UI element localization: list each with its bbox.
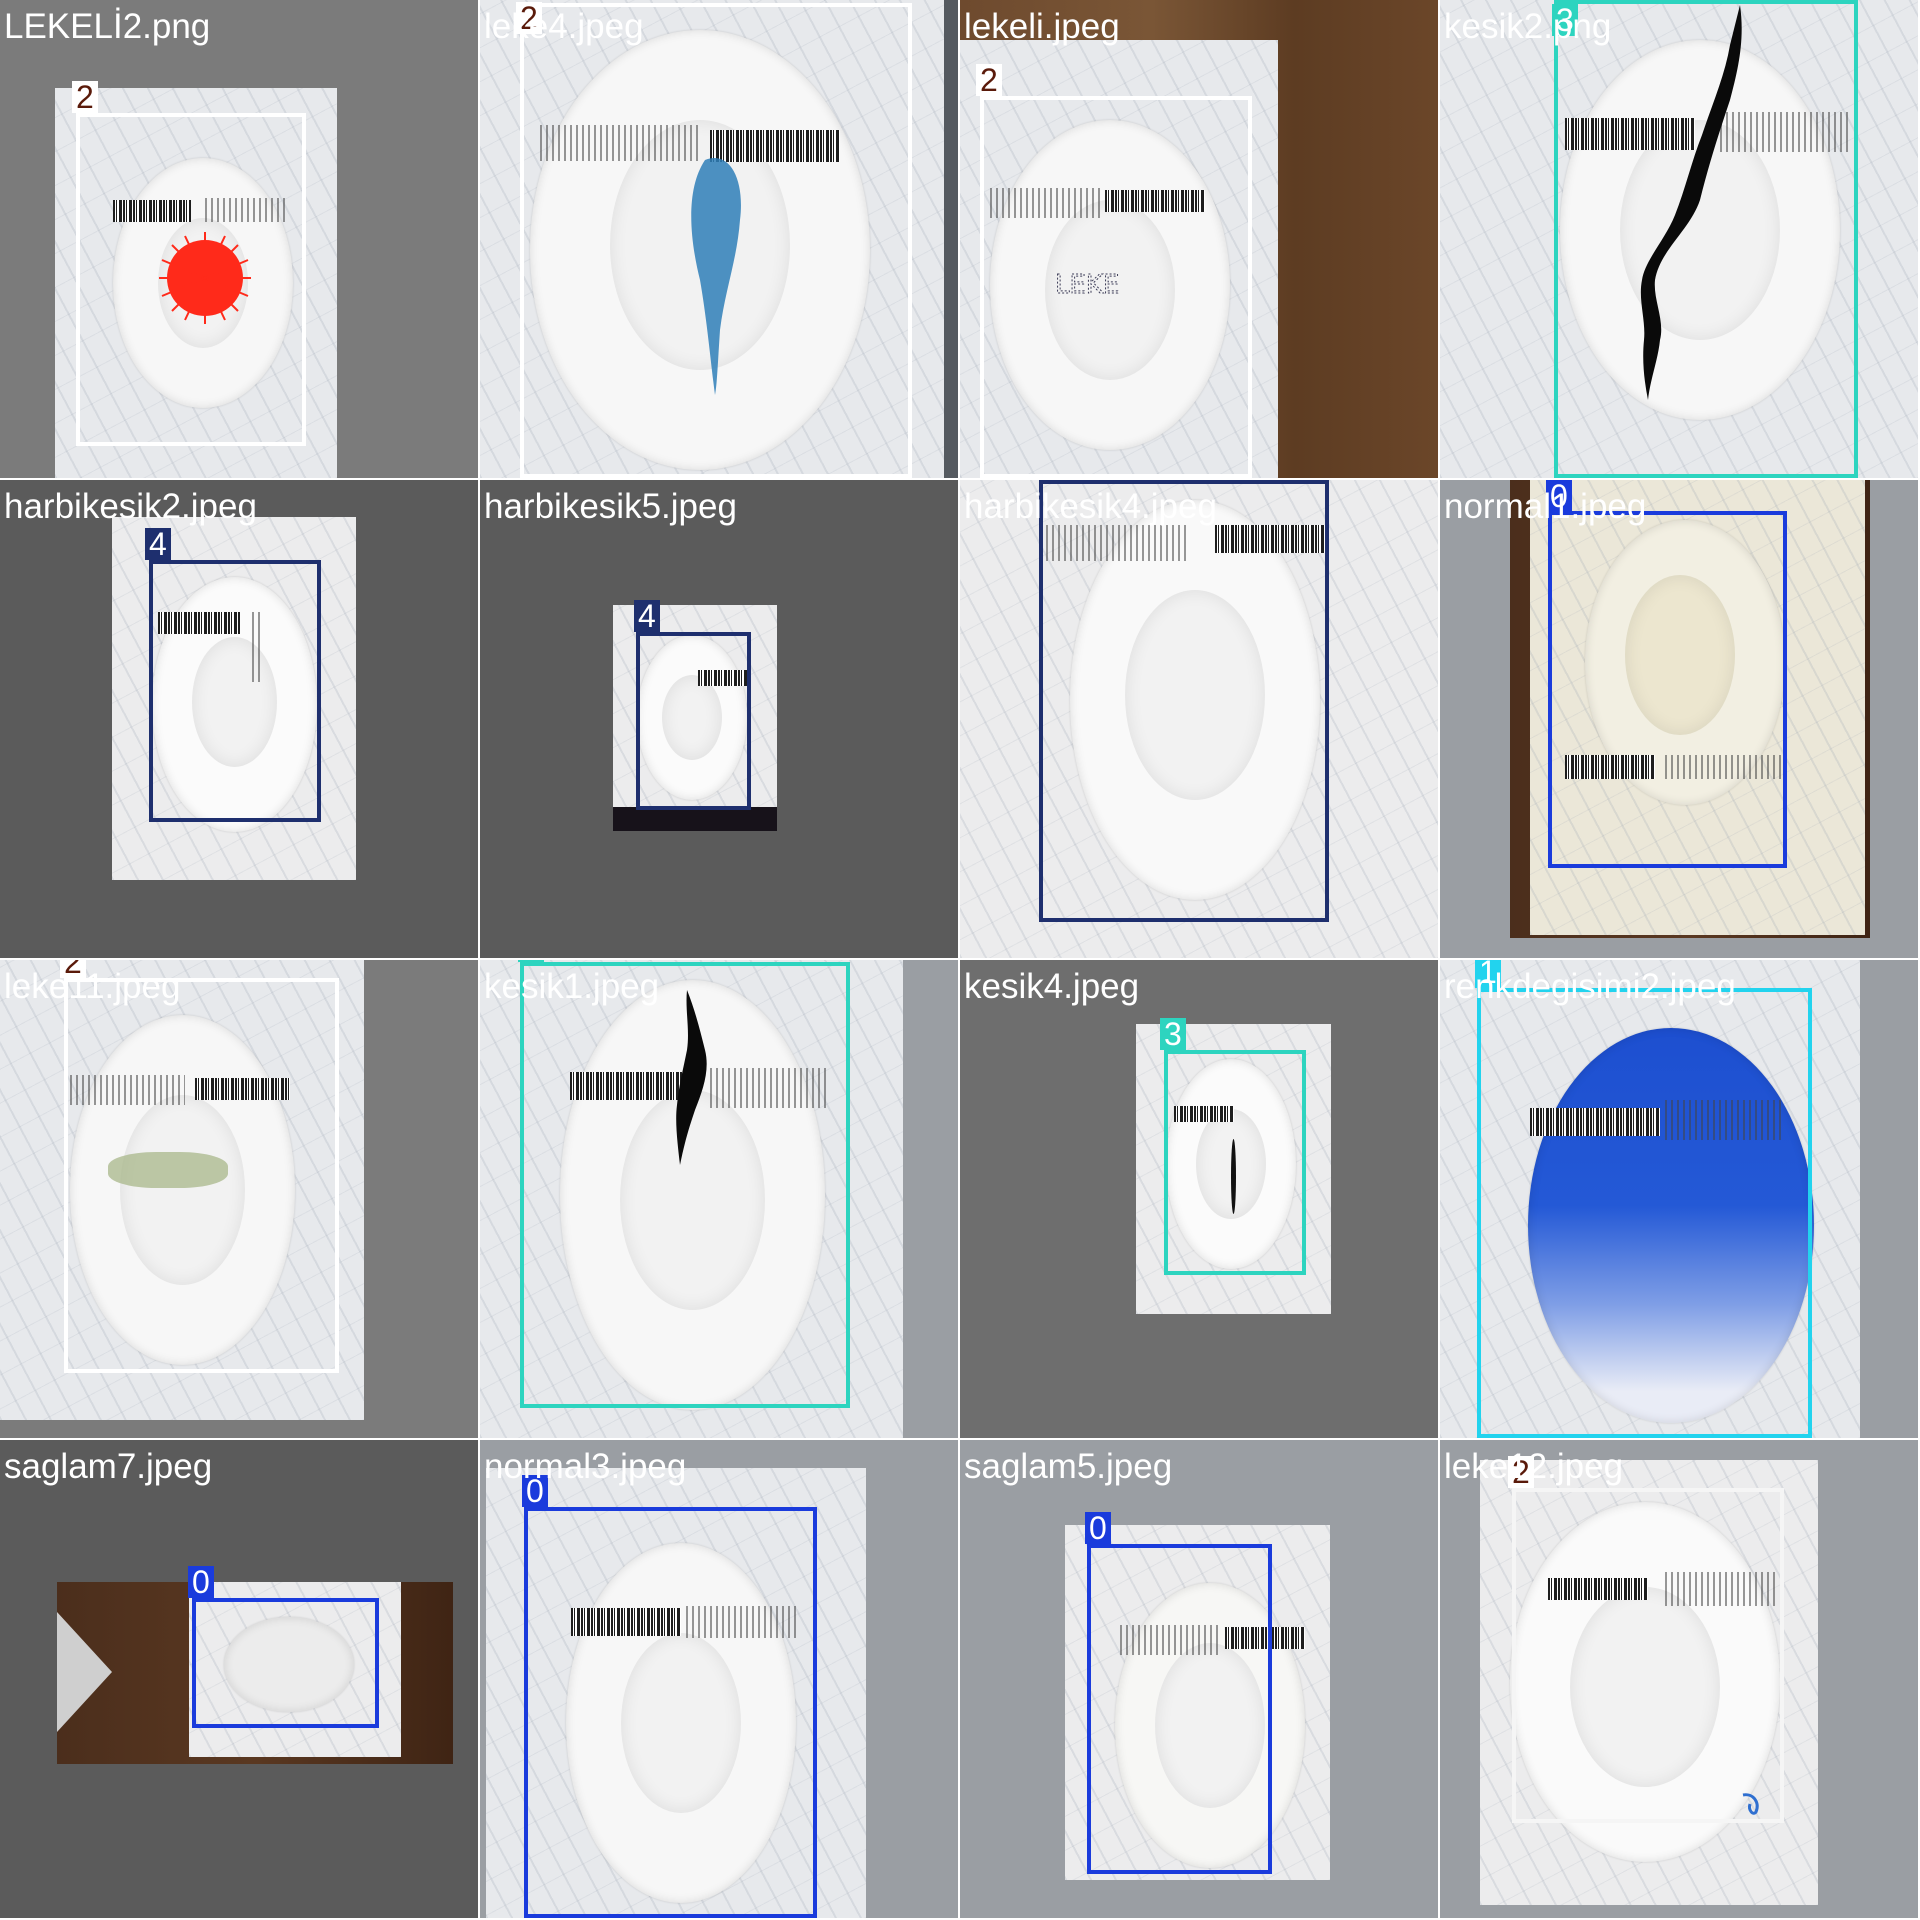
class-tag: 3	[518, 960, 544, 962]
tile-leke11[interactable]: 2 leke11.jpeg	[0, 960, 478, 1438]
image-filename: harbikesik2.jpeg	[4, 487, 257, 526]
tile-lekeli2[interactable]: 2 LEKELİ2.png	[0, 0, 478, 478]
class-tag: 3	[1160, 1018, 1186, 1050]
tile-harbikesik5[interactable]: 4 harbikesik5.jpeg	[480, 480, 958, 958]
class-tag: 0	[188, 1566, 214, 1598]
tile-lekeli[interactable]: LEKE 2 lekeli.jpeg	[960, 0, 1438, 478]
bbox	[1548, 511, 1787, 868]
image-filename: lekeli.jpeg	[964, 7, 1120, 46]
image-filename: kesik4.jpeg	[964, 967, 1140, 1006]
image-filename: saglam7.jpeg	[4, 1447, 213, 1486]
image-filename: leke11.jpeg	[4, 967, 181, 1006]
class-tag: 4	[634, 600, 660, 632]
bbox	[1477, 988, 1812, 1438]
image-filename: harbikesik4.jpeg	[964, 487, 1217, 526]
bbox	[64, 978, 339, 1373]
tile-leke4[interactable]: 2 leke4.jpeg	[480, 0, 958, 478]
image-filename: leke12.jpeg	[1444, 1447, 1624, 1486]
bbox	[1512, 1488, 1784, 1823]
image-filename: kesik2.png	[1444, 7, 1612, 46]
image-filename: normal1.jpeg	[1444, 487, 1647, 526]
tile-harbikesik2[interactable]: 4 harbikesik2.jpeg	[0, 480, 478, 958]
bbox	[1039, 480, 1329, 922]
image-filename: normal3.jpeg	[484, 1447, 687, 1486]
image-filename: saglam5.jpeg	[964, 1447, 1173, 1486]
image-filename: LEKELİ2.png	[4, 7, 211, 46]
image-filename: kesik1.jpeg	[484, 967, 660, 1006]
tile-normal1[interactable]: 0 normal1.jpeg	[1440, 480, 1918, 958]
tile-normal3[interactable]: 0 normal3.jpeg	[480, 1440, 958, 1918]
class-tag: 2	[976, 64, 1002, 96]
bbox	[524, 1507, 817, 1918]
bbox	[636, 632, 751, 810]
bbox	[520, 3, 912, 478]
detection-mosaic: 2 LEKELİ2.png 2 leke4.jpeg LEKE 2 lekeli…	[0, 0, 1920, 1920]
image-filename: harbikesik5.jpeg	[484, 487, 737, 526]
bbox	[1554, 0, 1858, 478]
tile-leke12[interactable]: 2 leke12.jpeg	[1440, 1440, 1918, 1918]
bbox	[192, 1598, 379, 1728]
image-filename: renkdegisimi2.jpeg	[1444, 967, 1736, 1006]
bbox	[76, 113, 306, 446]
tile-kesik2[interactable]: 3 kesik2.png	[1440, 0, 1918, 478]
image-filename: leke4.jpeg	[484, 7, 644, 46]
class-tag: 4	[145, 528, 171, 560]
class-tag: 2	[72, 81, 98, 113]
tile-saglam5[interactable]: 0 saglam5.jpeg	[960, 1440, 1438, 1918]
bbox	[980, 96, 1252, 478]
tile-harbikesik4[interactable]: 4 harbikesik4.jpeg	[960, 480, 1438, 958]
tile-saglam7[interactable]: 0 saglam7.jpeg	[0, 1440, 478, 1918]
bbox	[149, 560, 321, 822]
bbox	[520, 962, 850, 1408]
bbox	[1164, 1050, 1306, 1275]
tile-renkdegisimi2[interactable]: 1 renkdegisimi2.jpeg	[1440, 960, 1918, 1438]
bbox	[1087, 1544, 1272, 1874]
tile-kesik4[interactable]: 3 kesik4.jpeg	[960, 960, 1438, 1438]
class-tag: 0	[1085, 1512, 1111, 1544]
tile-kesik1[interactable]: 3 kesik1.jpeg	[480, 960, 958, 1438]
